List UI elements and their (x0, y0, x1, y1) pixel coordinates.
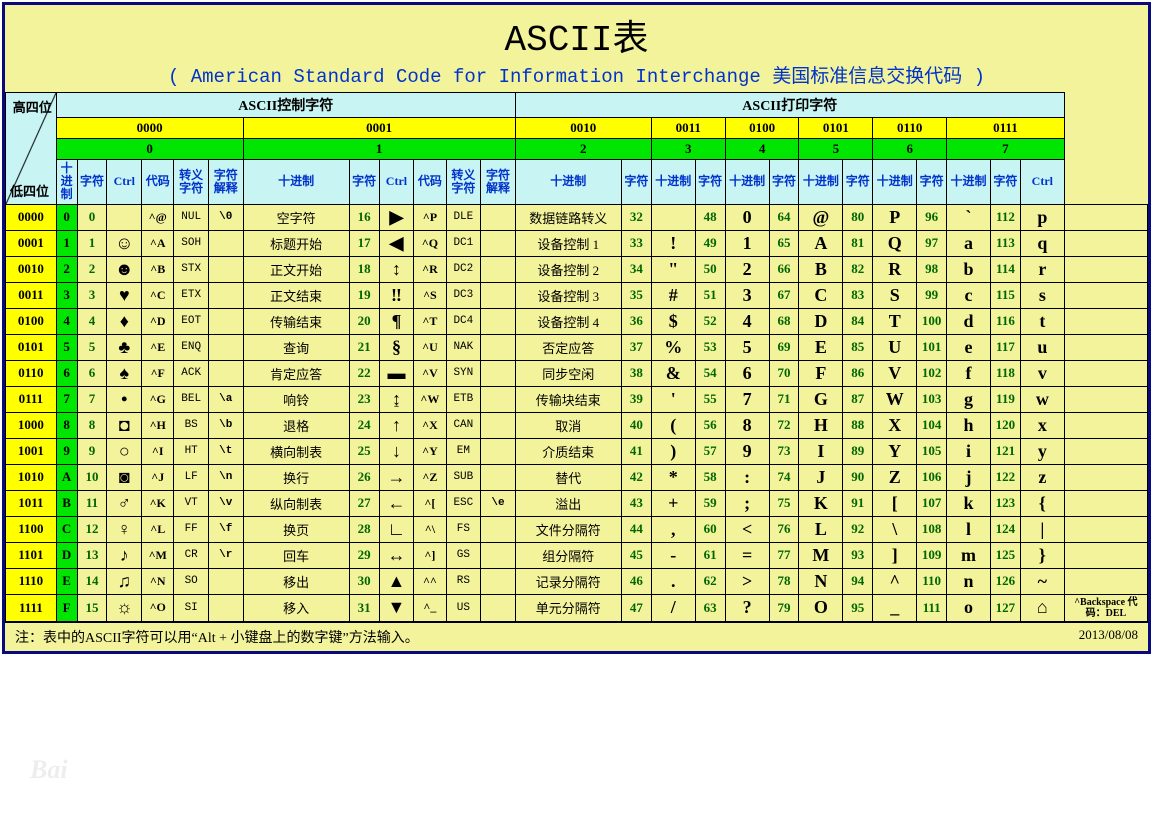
table-row: 000111☺^ASOH标题开始17◀^QDC1设备控制 133!49165A8… (6, 230, 1148, 256)
footnote: 注：表中的ASCII字符可以用“Alt + 小键盘上的数字键”方法输入。 201… (5, 622, 1148, 651)
table-row: 011177•^GBEL\a响铃23↨^WETB传输块结束39'55771G87… (6, 386, 1148, 412)
ascii-table-frame: ASCII表 ( American Standard Code for Info… (2, 2, 1151, 654)
table-row: 010155♣^EENQ查询21§^UNAK否定应答37%53569E85U10… (6, 334, 1148, 360)
section-print: ASCII打印字符 (515, 93, 1064, 118)
table-row: 000000^@NUL\0空字符16▶^PDLE数据链路转义3248064@80… (6, 204, 1148, 230)
table-row: 100199○^IHT\t横向制表25↓^YEM介质结束41)57973I89Y… (6, 438, 1148, 464)
table-row: 1010A10◙^JLF\n换行26→^ZSUB替代42*58:74J90Z10… (6, 464, 1148, 490)
table-row: 001133♥^CETX正文结束19‼^SDC3设备控制 335#51367C8… (6, 282, 1148, 308)
bin-row: 0000 0001 0010 0011 0100 0101 0110 0111 (6, 118, 1148, 139)
table-row: 1101D13♪^MCR\r回车29↔^]GS组分隔符45-61=77M93]1… (6, 542, 1148, 568)
date-label: 2013/08/08 (1079, 627, 1138, 643)
watermark: Bai (30, 755, 68, 785)
table-row: 011066♠^FACK肯定应答22▬^VSYN同步空闲38&54670F86V… (6, 360, 1148, 386)
col-header-row: 十进制字符Ctrl代码转义字符字符解释 十进制字符Ctrl代码转义字符字符解释 … (6, 160, 1148, 205)
table-row: 100088◘^HBS\b退格24↑^XCAN取消40(56872H88X104… (6, 412, 1148, 438)
section-row: 高四位 低四位 ASCII控制字符 ASCII打印字符 (6, 93, 1148, 118)
table-row: 1011B11♂^KVT\v纵向制表27←^[ESC\e溢出43+59;75K9… (6, 490, 1148, 516)
table-body: 000000^@NUL\0空字符16▶^PDLE数据链路转义3248064@80… (6, 204, 1148, 621)
table-row: 1111F15☼^OSI移入31▼^_US单元分隔符47/63?79O95_11… (6, 594, 1148, 621)
table-row: 010044♦^DEOT传输结束20¶^TDC4设备控制 436$52468D8… (6, 308, 1148, 334)
page-title: ASCII表 (5, 5, 1148, 61)
page-subtitle: ( American Standard Code for Information… (5, 61, 1148, 92)
table-row: 001022☻^BSTX正文开始18↕^RDC2设备控制 234"50266B8… (6, 256, 1148, 282)
table-row: 1100C12♀^LFF\f换页28∟^\FS文件分隔符44,60<76L92\… (6, 516, 1148, 542)
table-row: 1110E14♫^NSO移出30▲^^RS记录分隔符46.62>78N94^11… (6, 568, 1148, 594)
corner-cell: 高四位 低四位 (6, 93, 57, 205)
section-control: ASCII控制字符 (56, 93, 515, 118)
hex-row: 0 1 2 3 4 5 6 7 (6, 139, 1148, 160)
ascii-table: 高四位 低四位 ASCII控制字符 ASCII打印字符 0000 0001 00… (5, 92, 1148, 622)
